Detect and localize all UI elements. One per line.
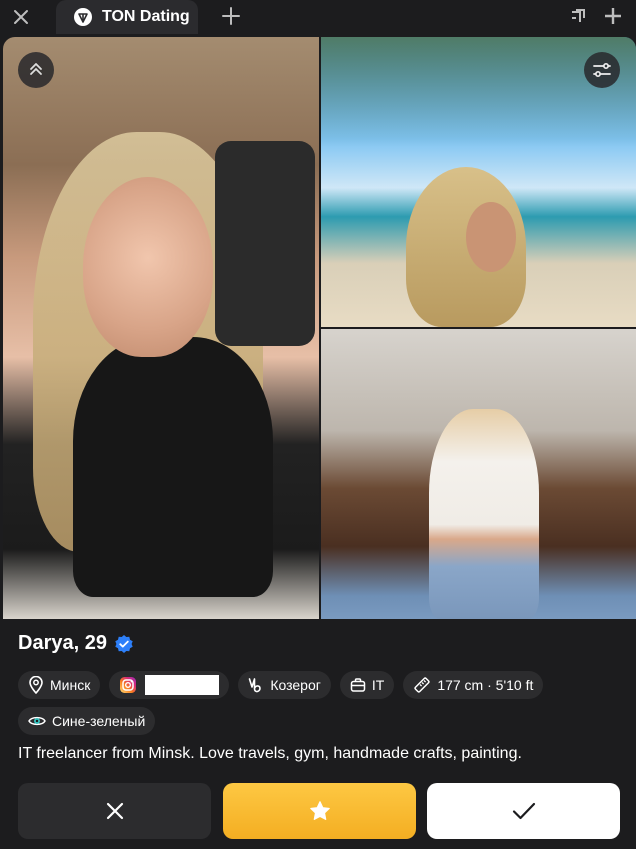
chip-height[interactable]: 177 cm · 5'10 ft [403, 671, 544, 699]
chip-eye-color[interactable]: Сине-зеленый [18, 707, 156, 735]
main-photo-phone [215, 141, 315, 346]
minimize-icon[interactable] [568, 6, 588, 26]
filter-icon [593, 62, 611, 78]
chip-zodiac-label: Козерог [270, 677, 321, 693]
filter-button[interactable] [584, 52, 620, 88]
profile-name-age: Darya, 29 [18, 632, 107, 654]
maximize-icon[interactable] [602, 5, 624, 27]
chip-instagram-handle [145, 675, 220, 695]
chip-eye-color-label: Сине-зеленый [52, 713, 146, 729]
kitchen-photo[interactable] [321, 329, 636, 619]
photo-grid[interactable] [3, 37, 636, 619]
chip-city[interactable]: Минск [18, 671, 101, 699]
window-tab-bar: TON Dating [0, 0, 636, 34]
chip-profession[interactable]: IT [339, 671, 395, 699]
superlike-button[interactable] [223, 783, 416, 839]
beach-photo-palm [321, 37, 636, 147]
profile-chips: Минск Козерог IT 177 cm · 5'10 ft Сине-з… [18, 671, 628, 743]
chip-instagram[interactable] [109, 671, 230, 699]
dislike-button[interactable] [18, 783, 211, 839]
chip-profession-label: IT [371, 677, 385, 693]
new-tab-plus-icon[interactable] [220, 5, 242, 27]
star-icon [309, 801, 330, 820]
kitchen-photo-person [429, 409, 539, 619]
like-button[interactable] [427, 783, 620, 839]
ton-logo-icon [74, 8, 92, 26]
close-icon [106, 802, 123, 820]
tab-title: TON Dating [102, 8, 190, 25]
chip-zodiac[interactable]: Козерог [238, 671, 331, 699]
tab-ton-dating[interactable]: TON Dating [56, 0, 198, 34]
chip-height-label: 177 cm · 5'10 ft [437, 677, 534, 693]
close-window-icon[interactable] [10, 6, 32, 28]
instagram-icon [120, 677, 137, 693]
beach-photo-face [466, 202, 516, 272]
main-photo-top [73, 337, 273, 597]
verified-badge-icon [115, 634, 133, 653]
main-photo-face [83, 177, 213, 357]
collapse-button[interactable] [18, 52, 54, 88]
profile-name-row: Darya, 29 [18, 632, 134, 655]
main-photo[interactable] [3, 37, 319, 619]
location-pin-icon [29, 676, 43, 694]
chip-city-label: Минск [50, 677, 91, 693]
ruler-icon [414, 677, 430, 693]
profile-bio: IT freelancer from Minsk. Love travels, … [18, 745, 522, 762]
check-icon [512, 802, 535, 820]
capricorn-icon [249, 678, 262, 693]
collapse-icon [30, 63, 42, 75]
eye-icon [28, 716, 46, 726]
briefcase-icon [350, 678, 366, 692]
action-buttons [18, 783, 620, 839]
